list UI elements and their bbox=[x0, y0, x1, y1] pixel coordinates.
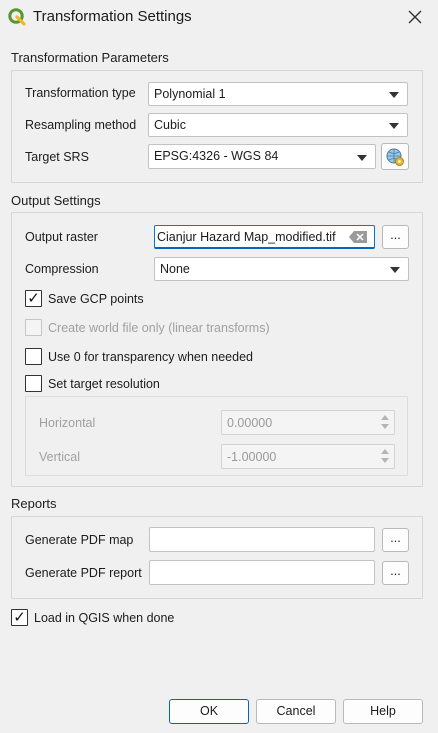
pdf-report-label: Generate PDF report bbox=[25, 566, 142, 580]
vertical-value: -1.00000 bbox=[227, 450, 277, 464]
horizontal-spinbox[interactable]: 0.00000 bbox=[221, 410, 395, 435]
target-srs-value: EPSG:4326 - WGS 84 bbox=[154, 149, 279, 163]
transparency-checkbox[interactable] bbox=[25, 348, 42, 365]
compression-value: None bbox=[160, 262, 190, 276]
load-in-qgis-label: Load in QGIS when done bbox=[34, 611, 175, 625]
save-gcp-checkbox[interactable]: ✓ bbox=[25, 290, 42, 307]
spin-down-icon[interactable] bbox=[378, 456, 392, 466]
spin-down-icon[interactable] bbox=[378, 422, 392, 432]
cancel-button[interactable]: Cancel bbox=[256, 699, 336, 724]
clear-field-icon[interactable] bbox=[348, 230, 368, 244]
pdf-map-field[interactable] bbox=[149, 527, 375, 552]
chevron-down-icon bbox=[389, 92, 399, 98]
chevron-down-icon bbox=[390, 267, 400, 273]
save-gcp-label: Save GCP points bbox=[48, 292, 144, 306]
ok-button[interactable]: OK bbox=[169, 699, 249, 724]
compression-combo[interactable]: None bbox=[154, 257, 409, 281]
target-resolution-label: Set target resolution bbox=[48, 377, 160, 391]
horizontal-label: Horizontal bbox=[39, 416, 96, 430]
help-button[interactable]: Help bbox=[343, 699, 423, 724]
pdf-report-browse-button[interactable]: ... bbox=[382, 561, 409, 585]
vertical-spinbox[interactable]: -1.00000 bbox=[221, 444, 395, 469]
target-resolution-checkbox[interactable] bbox=[25, 375, 42, 392]
resampling-method-label: Resampling method bbox=[25, 118, 137, 132]
qgis-logo-icon bbox=[8, 8, 26, 26]
output-raster-browse-button[interactable]: ... bbox=[382, 225, 409, 249]
chevron-down-icon bbox=[389, 123, 399, 129]
transformation-type-label: Transformation type bbox=[25, 86, 136, 100]
close-icon[interactable] bbox=[404, 6, 426, 28]
projection-globe-icon bbox=[386, 148, 404, 166]
compression-label: Compression bbox=[25, 262, 99, 276]
world-file-checkbox[interactable] bbox=[25, 319, 42, 336]
pdf-map-label: Generate PDF map bbox=[25, 533, 134, 547]
select-crs-button[interactable] bbox=[381, 143, 409, 170]
pdf-map-browse-button[interactable]: ... bbox=[382, 528, 409, 552]
reports-title: Reports bbox=[11, 496, 57, 511]
target-srs-label: Target SRS bbox=[25, 150, 89, 164]
resampling-method-combo[interactable]: Cubic bbox=[148, 113, 408, 137]
world-file-label: Create world file only (linear transform… bbox=[48, 321, 270, 335]
pdf-report-field[interactable] bbox=[149, 560, 375, 585]
output-raster-value: Cianjur Hazard Map_modified.tif bbox=[157, 230, 336, 244]
vertical-label: Vertical bbox=[39, 450, 80, 464]
transformation-type-combo[interactable]: Polynomial 1 bbox=[148, 82, 408, 106]
output-raster-label: Output raster bbox=[25, 230, 98, 244]
output-raster-field[interactable]: Cianjur Hazard Map_modified.tif bbox=[154, 225, 375, 249]
transparency-label: Use 0 for transparency when needed bbox=[48, 350, 253, 364]
window-title: Transformation Settings bbox=[33, 8, 192, 25]
horizontal-value: 0.00000 bbox=[227, 416, 273, 430]
resampling-method-value: Cubic bbox=[154, 118, 186, 132]
target-srs-combo[interactable]: EPSG:4326 - WGS 84 bbox=[148, 144, 376, 169]
load-in-qgis-checkbox[interactable]: ✓ bbox=[11, 609, 28, 626]
chevron-down-icon bbox=[357, 155, 367, 161]
transformation-parameters-title: Transformation Parameters bbox=[11, 50, 169, 65]
transformation-type-value: Polynomial 1 bbox=[154, 87, 226, 101]
output-settings-title: Output Settings bbox=[11, 193, 101, 208]
